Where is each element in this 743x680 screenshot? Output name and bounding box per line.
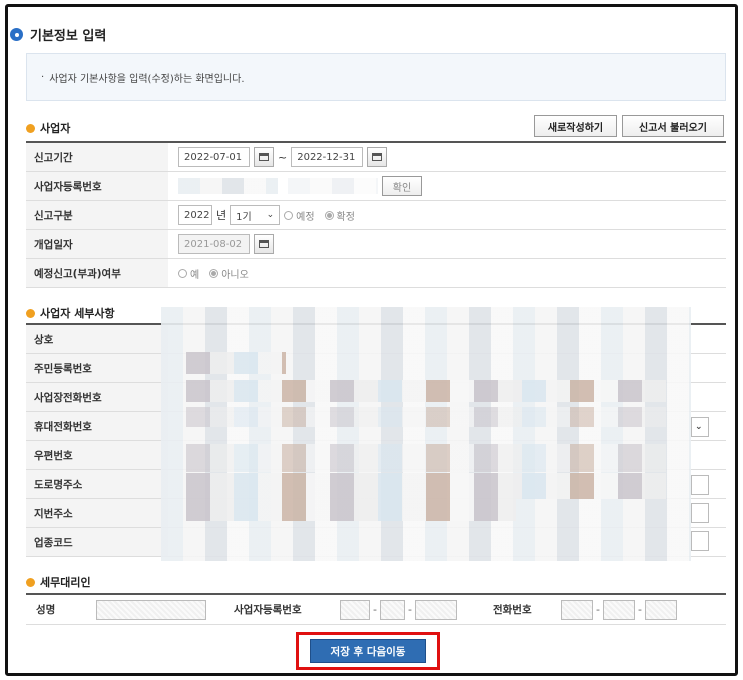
radio-prelim-yes-label: 예	[190, 269, 200, 281]
redacted-area	[186, 380, 666, 402]
agent-reg-sep: -	[373, 603, 377, 616]
period-start-input[interactable]: 2022-07-01	[178, 147, 250, 167]
period-row: 신고기간 2022-07-01 ~ 2022-12-31	[26, 143, 726, 172]
page-title-row: 기본정보 입력	[10, 25, 106, 44]
reg-number-redacted	[288, 178, 378, 194]
save-highlight-box: 저장 후 다음이동	[296, 632, 440, 670]
radio-prelim[interactable]: 예정	[284, 208, 315, 223]
redacted-area	[186, 473, 666, 499]
business-section-title: 사업자	[40, 122, 71, 135]
radio-icon	[209, 268, 219, 278]
agent-reg-sep: -	[407, 603, 412, 616]
detail-label: 우편번호	[26, 441, 168, 469]
agent-phone-sep: -	[637, 603, 642, 616]
detail-label: 지번주소	[26, 499, 168, 527]
term-select[interactable]: 1기 ⌄	[230, 205, 281, 225]
calendar-icon[interactable]	[254, 147, 274, 167]
redacted-area	[186, 444, 666, 472]
business-table: 신고기간 2022-07-01 ~ 2022-12-31 사업자등록번호 확인	[26, 141, 726, 288]
agent-reg-input-2[interactable]	[379, 599, 405, 620]
chevron-down-icon: ⌄	[695, 422, 703, 432]
business-section-header: 사업자	[26, 120, 70, 136]
confirm-button[interactable]: 확인	[382, 176, 422, 196]
calendar-icon[interactable]	[367, 147, 388, 167]
detail-label: 휴대전화번호	[26, 412, 168, 440]
period-label: 신고기간	[26, 143, 168, 171]
detail-label: 주민등록번호	[26, 354, 168, 382]
input-edge[interactable]	[691, 531, 709, 551]
redacted-area	[161, 307, 691, 561]
agent-phone-label: 전화번호	[492, 604, 532, 616]
redacted-area	[186, 499, 516, 521]
notice-box: · 사업자 기본사항을 입력(수정)하는 화면입니다.	[26, 53, 726, 101]
agent-reg-input-3[interactable]	[414, 599, 457, 620]
reg-number-label: 사업자등록번호	[26, 172, 168, 200]
open-date-input[interactable]: 2021-08-02	[178, 234, 250, 254]
calendar-icon[interactable]	[254, 234, 274, 254]
agent-phone-sep: -	[595, 603, 600, 616]
notice-bullet: ·	[41, 71, 45, 83]
agent-section-header: 세무대리인	[26, 574, 91, 590]
reg-number-row: 사업자등록번호 확인	[26, 172, 726, 201]
open-date-label: 개업일자	[26, 230, 168, 258]
radio-final-label: 확정	[336, 211, 355, 223]
report-type-row: 신고구분 2022 년 1기 ⌄ 예정 확정	[26, 201, 726, 230]
details-section-header: 사업자 세부사항	[26, 305, 115, 321]
section-bullet-icon	[26, 123, 35, 133]
detail-label: 사업장전화번호	[26, 383, 168, 411]
agent-phone-input-2[interactable]	[602, 599, 635, 620]
prelim-label: 예정신고(부과)여부	[26, 259, 168, 287]
detail-label: 도로명주소	[26, 470, 168, 498]
details-section-title: 사업자 세부사항	[40, 307, 115, 320]
radio-icon	[284, 210, 294, 220]
agent-row: 성명 사업자등록번호 - - 전화번호 - -	[26, 593, 726, 625]
agent-section-title: 세무대리인	[40, 576, 91, 589]
reg-number-redacted	[178, 178, 278, 194]
select-edge[interactable]: ⌄	[691, 417, 709, 437]
notice-text: 사업자 기본사항을 입력(수정)하는 화면입니다.	[49, 73, 245, 85]
period-separator: ~	[278, 150, 288, 164]
save-next-button[interactable]: 저장 후 다음이동	[310, 639, 426, 663]
radio-prelim-no-label: 아니오	[221, 269, 249, 281]
section-bullet-icon	[26, 577, 35, 587]
detail-label: 업종코드	[26, 528, 168, 556]
redacted-area	[186, 407, 666, 427]
radio-icon	[324, 210, 334, 220]
main-frame: 기본정보 입력 · 사업자 기본사항을 입력(수정)하는 화면입니다. 사업자 …	[5, 4, 738, 676]
radio-final[interactable]: 확정	[324, 208, 355, 223]
chevron-down-icon: ⌄	[266, 210, 275, 220]
title-bullet-icon	[10, 28, 23, 41]
new-write-button[interactable]: 새로작성하기	[534, 115, 617, 137]
period-end-input[interactable]: 2022-12-31	[291, 147, 364, 167]
section-bullet-icon	[26, 308, 35, 318]
open-date-row: 개업일자 2021-08-02	[26, 230, 726, 259]
page-title: 기본정보 입력	[30, 29, 107, 44]
load-report-button[interactable]: 신고서 불러오기	[622, 115, 724, 137]
agent-reg-label: 사업자등록번호	[234, 604, 302, 616]
agent-name-label: 성명	[36, 604, 56, 616]
agent-name-input[interactable]	[96, 599, 206, 620]
year-unit: 년	[216, 209, 227, 222]
agent-phone-input-1[interactable]	[560, 599, 593, 620]
agent-reg-input-1[interactable]	[340, 599, 370, 620]
radio-icon	[178, 268, 187, 278]
prelim-row: 예정신고(부과)여부 예 아니오	[26, 259, 726, 288]
radio-prelim-label: 예정	[296, 211, 315, 223]
report-type-label: 신고구분	[26, 201, 168, 229]
radio-prelim-yes[interactable]: 예	[178, 266, 199, 281]
report-year-input[interactable]: 2022	[178, 205, 212, 225]
redacted-area	[186, 352, 286, 374]
term-select-value: 1기	[236, 211, 252, 223]
detail-label: 상호	[26, 325, 168, 353]
radio-prelim-no[interactable]: 아니오	[209, 266, 249, 281]
agent-phone-input-3[interactable]	[644, 599, 677, 620]
input-edge[interactable]	[691, 475, 709, 495]
input-edge[interactable]	[691, 503, 709, 523]
